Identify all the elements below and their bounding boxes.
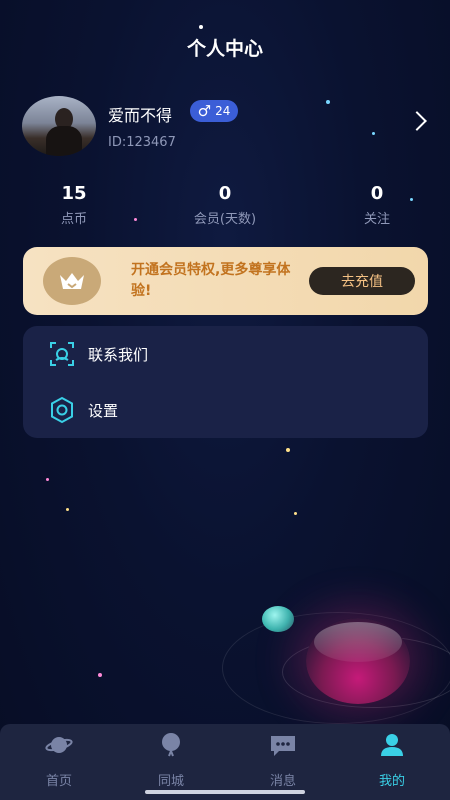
contact-icon <box>50 342 74 366</box>
star-decoration <box>326 100 330 104</box>
age-value: 24 <box>215 104 231 118</box>
pink-planet-decoration <box>306 618 410 704</box>
bottom-tab-bar: 首页 同城 消息 我的 <box>0 724 450 800</box>
status-bar <box>20 6 430 26</box>
menu-item-settings[interactable]: 设置 <box>23 382 428 438</box>
menu-item-contact-us[interactable]: 联系我们 <box>23 326 428 382</box>
stat-coins-value: 15 <box>61 183 87 204</box>
tab-label: 消息 <box>269 774 296 789</box>
chat-icon <box>271 736 295 756</box>
recharge-button[interactable]: 去充值 <box>309 267 415 295</box>
gender-age-badge: ♂ 24 <box>190 100 238 122</box>
stat-vip-days-value: 0 <box>218 183 232 204</box>
avatar[interactable] <box>22 96 96 156</box>
page-title: 个人中心 <box>186 38 263 60</box>
star-decoration <box>66 508 69 511</box>
tab-label: 同城 <box>157 774 184 789</box>
balloon-icon <box>162 733 180 757</box>
chevron-right-icon[interactable] <box>407 111 427 131</box>
menu-card: 联系我们 设置 <box>23 326 428 438</box>
stat-coins-label: 点币 <box>60 212 87 227</box>
star-decoration <box>134 218 137 221</box>
star-decoration <box>286 448 290 452</box>
planet-icon <box>45 737 73 753</box>
teal-planet-decoration <box>262 606 294 632</box>
person-icon <box>381 734 403 756</box>
settings-gear-icon <box>51 396 73 424</box>
user-id: ID:123467 <box>108 135 176 150</box>
tab-label: 我的 <box>378 774 405 789</box>
crown-badge <box>43 257 101 305</box>
vip-banner[interactable]: 开通会员特权,更多尊享体验! 去充值 <box>23 247 428 315</box>
crown-icon <box>60 273 84 289</box>
star-decoration <box>294 512 297 515</box>
tab-label: 首页 <box>45 774 72 789</box>
tab-home[interactable]: 首页 <box>3 732 115 789</box>
planet-highlight <box>314 622 402 662</box>
home-indicator <box>145 790 305 794</box>
stat-following-value: 0 <box>370 183 384 204</box>
stat-vip-days-label: 会员(天数) <box>193 212 257 227</box>
vip-banner-text: 开通会员特权,更多尊享体验! <box>131 262 291 299</box>
avatar-body <box>46 126 82 156</box>
star-decoration <box>98 673 102 677</box>
tab-messages[interactable]: 消息 <box>227 732 339 789</box>
menu-item-label: 设置 <box>88 401 119 420</box>
star-decoration <box>372 132 375 135</box>
menu-item-label: 联系我们 <box>88 345 149 364</box>
star-decoration <box>46 478 49 481</box>
tab-nearby[interactable]: 同城 <box>115 732 227 789</box>
stat-coins[interactable]: 15 点币 <box>14 183 134 227</box>
stat-vip-days[interactable]: 0 会员(天数) <box>165 183 285 227</box>
male-icon: ♂ <box>197 102 212 120</box>
tab-mine[interactable]: 我的 <box>336 732 448 789</box>
stat-following[interactable]: 0 关注 <box>317 183 437 227</box>
stat-following-label: 关注 <box>363 212 390 227</box>
username: 爱而不得 <box>108 106 173 125</box>
